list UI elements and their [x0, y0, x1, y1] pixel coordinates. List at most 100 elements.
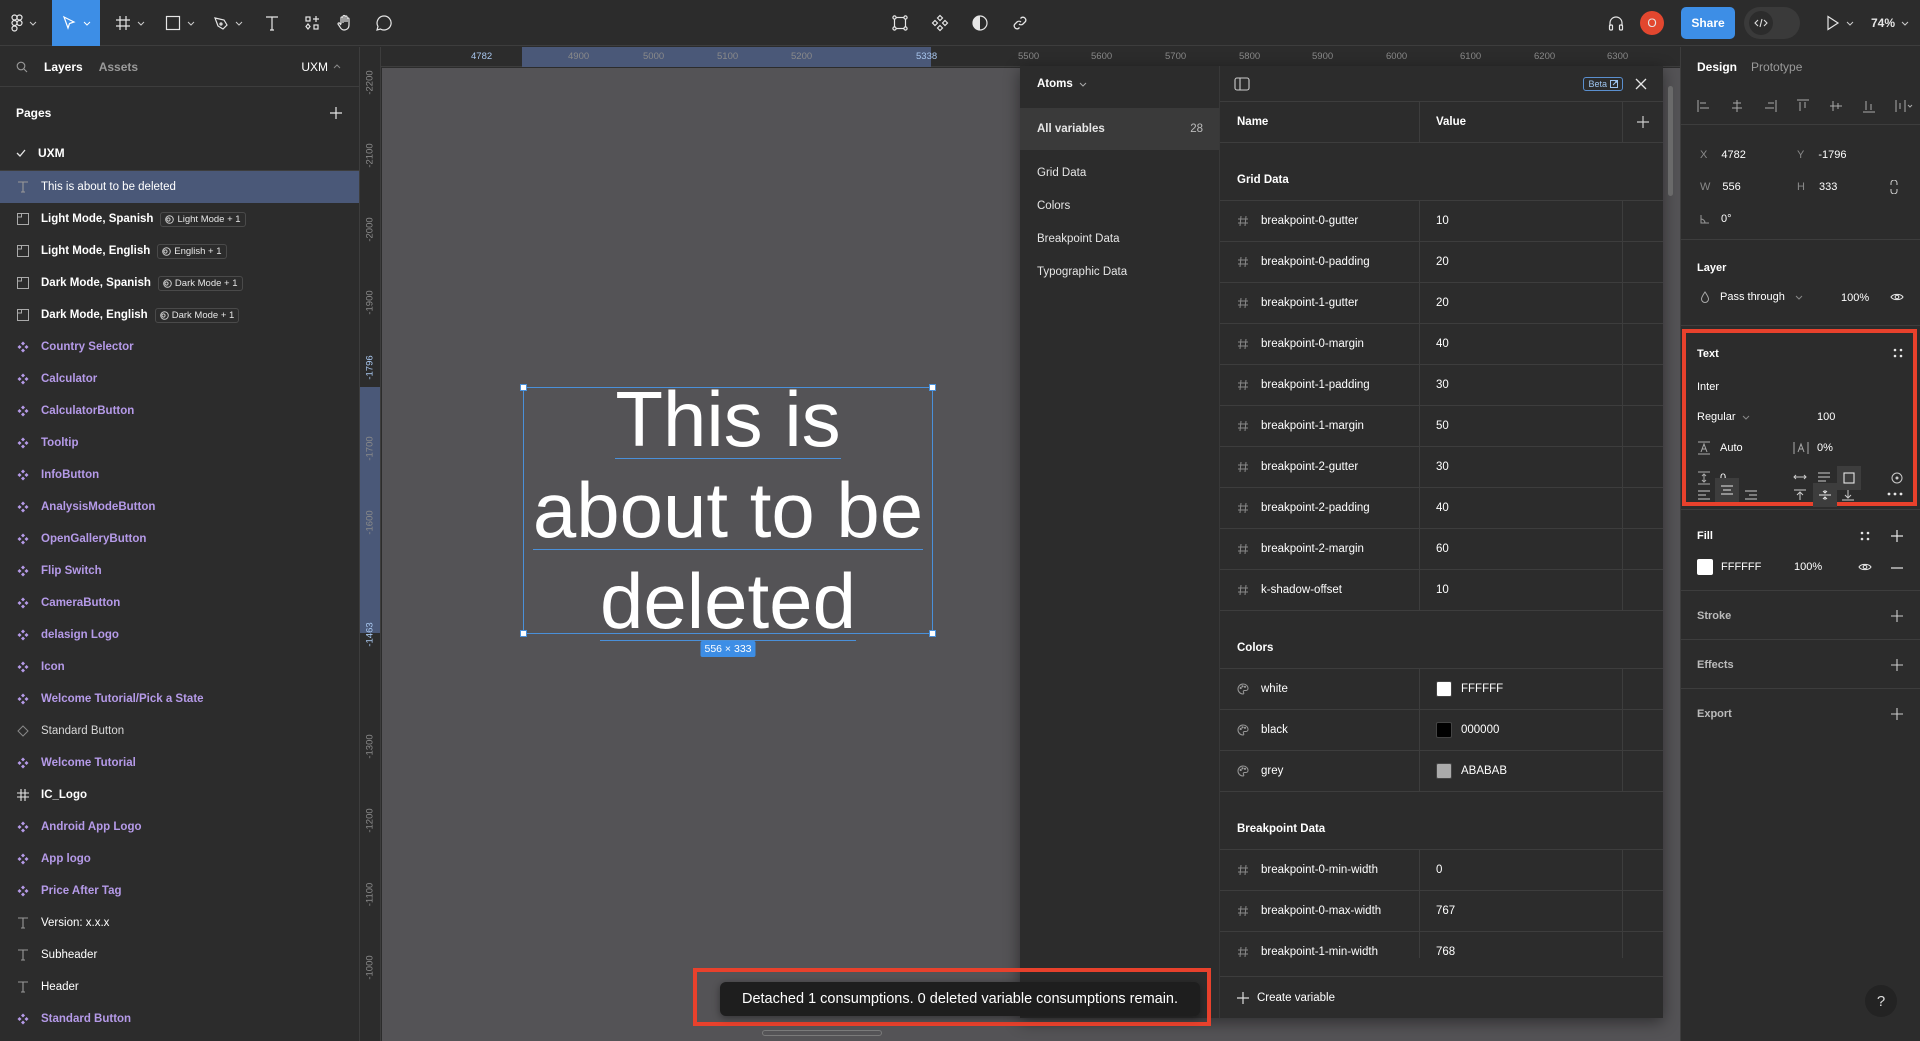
- components-button[interactable]: [920, 0, 960, 46]
- y-field[interactable]: Y -1796: [1797, 149, 1887, 161]
- variable-row[interactable]: breakpoint-2-margin 60: [1220, 529, 1663, 570]
- variable-name-cell[interactable]: grey: [1220, 751, 1420, 791]
- variable-mode-badge[interactable]: Dark Mode + 1: [157, 275, 243, 291]
- variable-mode-badge[interactable]: Dark Mode + 1: [154, 307, 240, 323]
- variable-mode-badge[interactable]: Light Mode + 1: [160, 211, 246, 227]
- variable-name-cell[interactable]: breakpoint-2-gutter: [1220, 447, 1420, 487]
- align-right-icon[interactable]: [1763, 99, 1777, 113]
- user-avatar[interactable]: O: [1640, 0, 1664, 46]
- variable-value-cell[interactable]: 50: [1420, 406, 1623, 446]
- variable-row[interactable]: breakpoint-2-padding 40: [1220, 488, 1663, 529]
- layer-item[interactable]: OpenGalleryButton: [0, 523, 359, 555]
- layer-item[interactable]: Icon: [0, 651, 359, 683]
- nav-typographic-data[interactable]: Typographic Data: [1020, 255, 1219, 288]
- variable-value-cell[interactable]: 767: [1420, 891, 1623, 931]
- fill-opacity[interactable]: 100%: [1794, 561, 1822, 573]
- variable-row[interactable]: breakpoint-2-gutter 30: [1220, 447, 1663, 488]
- layer-item[interactable]: Tooltip: [0, 427, 359, 459]
- text-tool-button[interactable]: [252, 0, 292, 46]
- resize-handle[interactable]: [929, 384, 936, 391]
- close-modal-button[interactable]: [1635, 78, 1647, 90]
- create-variable-button[interactable]: Create variable: [1220, 976, 1663, 1018]
- text-settings-icon[interactable]: [1891, 472, 1903, 484]
- tab-design[interactable]: Design: [1697, 60, 1737, 74]
- resize-handle[interactable]: [520, 384, 527, 391]
- align-bottom-icon[interactable]: [1862, 99, 1876, 113]
- layer-item[interactable]: Light Mode, English English + 1: [0, 235, 359, 267]
- text-align-right-icon[interactable]: [1744, 490, 1758, 500]
- present-button[interactable]: [1820, 0, 1860, 46]
- layer-opacity[interactable]: 100%: [1841, 292, 1869, 304]
- variable-row[interactable]: breakpoint-0-gutter 10: [1220, 201, 1663, 242]
- variable-value-cell[interactable]: 30: [1420, 447, 1623, 487]
- variable-value-cell[interactable]: 0: [1420, 850, 1623, 890]
- hand-tool-button[interactable]: [325, 0, 365, 46]
- distribute-icon[interactable]: [1895, 99, 1913, 113]
- align-center-v-icon[interactable]: [1829, 99, 1843, 113]
- visibility-eye-icon[interactable]: [1890, 292, 1904, 302]
- frame-tool-button[interactable]: [108, 0, 152, 46]
- blend-mode-dropdown[interactable]: Pass through: [1700, 291, 1803, 303]
- edit-object-button[interactable]: [880, 0, 920, 46]
- layer-item[interactable]: Android App Logo: [0, 811, 359, 843]
- toggle-sidebar-button[interactable]: [1234, 76, 1250, 91]
- layer-item[interactable]: Subheader: [0, 939, 359, 971]
- search-layers-icon[interactable]: [16, 61, 28, 73]
- vertical-align-middle-icon[interactable]: [1813, 483, 1837, 507]
- layer-item[interactable]: Country Selector: [0, 331, 359, 363]
- variable-row[interactable]: breakpoint-1-gutter 20: [1220, 283, 1663, 324]
- pen-tool-button[interactable]: [206, 0, 250, 46]
- layer-item[interactable]: Dark Mode, English Dark Mode + 1: [0, 299, 359, 331]
- variable-name-cell[interactable]: breakpoint-1-margin: [1220, 406, 1420, 446]
- font-family-field[interactable]: Inter: [1697, 381, 1719, 393]
- variable-row[interactable]: breakpoint-0-max-width 767: [1220, 891, 1663, 932]
- add-fill-button[interactable]: [1891, 530, 1903, 542]
- add-page-button[interactable]: [329, 106, 343, 120]
- text-styles-icon[interactable]: [1893, 348, 1903, 358]
- layer-item[interactable]: CameraButton: [0, 587, 359, 619]
- x-field[interactable]: X 4782: [1700, 149, 1790, 161]
- variable-row[interactable]: breakpoint-1-min-width 768: [1220, 932, 1663, 958]
- variable-value-cell[interactable]: 20: [1420, 283, 1623, 323]
- page-selector[interactable]: UXM: [301, 60, 341, 74]
- fill-visibility-eye-icon[interactable]: [1858, 562, 1872, 572]
- add-mode-button[interactable]: [1623, 116, 1663, 128]
- variable-value-cell[interactable]: 40: [1420, 488, 1623, 528]
- move-tool-button[interactable]: [52, 0, 100, 46]
- tab-assets[interactable]: Assets: [99, 60, 138, 74]
- fill-hex[interactable]: FFFFFF: [1721, 561, 1761, 573]
- variable-row[interactable]: black 000000: [1220, 710, 1663, 751]
- shape-tool-button[interactable]: [158, 0, 202, 46]
- variable-name-cell[interactable]: breakpoint-0-margin: [1220, 324, 1420, 364]
- variable-name-cell[interactable]: breakpoint-0-padding: [1220, 242, 1420, 282]
- collection-selector[interactable]: Atoms: [1020, 66, 1219, 102]
- text-align-center-icon[interactable]: [1715, 478, 1739, 502]
- text-align-left-icon[interactable]: [1697, 490, 1711, 500]
- variable-name-cell[interactable]: breakpoint-2-margin: [1220, 529, 1420, 569]
- variable-name-cell[interactable]: breakpoint-2-padding: [1220, 488, 1420, 528]
- comment-tool-button[interactable]: [364, 0, 404, 46]
- horizontal-scrollbar[interactable]: [762, 1030, 882, 1036]
- variable-name-cell[interactable]: breakpoint-0-gutter: [1220, 201, 1420, 241]
- layer-item[interactable]: CalculatorButton: [0, 395, 359, 427]
- font-weight-dropdown[interactable]: Regular: [1697, 411, 1750, 423]
- nav-all-variables[interactable]: All variables 28: [1020, 108, 1219, 150]
- variable-name-cell[interactable]: black: [1220, 710, 1420, 750]
- more-options-icon[interactable]: [1887, 492, 1903, 496]
- dev-mode-toggle[interactable]: [1744, 7, 1800, 39]
- fill-swatch[interactable]: [1697, 559, 1713, 575]
- layer-item[interactable]: Welcome Tutorial: [0, 747, 359, 779]
- variables-scrollbar[interactable]: [1668, 86, 1673, 196]
- auto-width-icon[interactable]: [1793, 472, 1807, 482]
- layer-item[interactable]: Calculator: [0, 363, 359, 395]
- variable-row[interactable]: breakpoint-1-margin 50: [1220, 406, 1663, 447]
- fixed-size-icon[interactable]: [1837, 466, 1861, 490]
- help-button[interactable]: ?: [1865, 985, 1897, 1017]
- audio-button[interactable]: [1598, 0, 1634, 46]
- layer-item[interactable]: delasign Logo: [0, 619, 359, 651]
- layer-item[interactable]: AnalysisModeButton: [0, 491, 359, 523]
- variable-row[interactable]: k-shadow-offset 10: [1220, 570, 1663, 611]
- auto-height-icon[interactable]: [1817, 471, 1831, 483]
- layer-item[interactable]: Version: x.x.x: [0, 907, 359, 939]
- constrain-proportions-icon[interactable]: [1890, 180, 1898, 194]
